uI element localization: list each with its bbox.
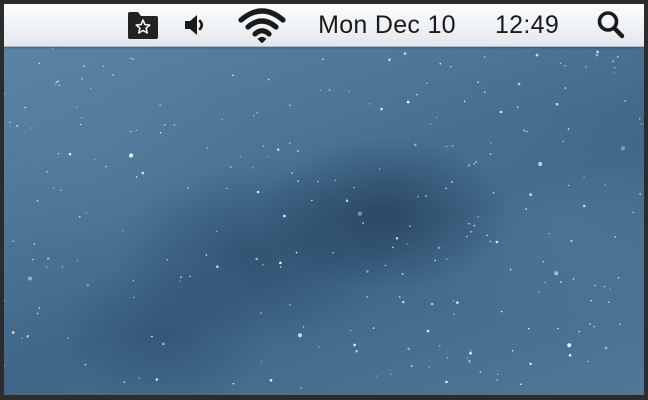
wifi-icon bbox=[238, 7, 286, 43]
spotlight-button[interactable] bbox=[590, 4, 632, 46]
wifi-menu-extra[interactable] bbox=[234, 4, 290, 46]
desktop-screen: Mon Dec 10 12:49 bbox=[0, 0, 648, 400]
volume-icon bbox=[181, 12, 209, 38]
volume-menu-extra[interactable] bbox=[178, 4, 212, 46]
favorites-menu-extra[interactable] bbox=[124, 4, 162, 46]
menu-bar: Mon Dec 10 12:49 bbox=[4, 4, 644, 47]
search-icon bbox=[595, 9, 627, 41]
wallpaper-starfield bbox=[4, 47, 643, 389]
menubar-time[interactable]: 12:49 bbox=[481, 4, 573, 46]
menubar-date[interactable]: Mon Dec 10 bbox=[303, 4, 471, 46]
favorites-folder-icon bbox=[126, 9, 160, 41]
